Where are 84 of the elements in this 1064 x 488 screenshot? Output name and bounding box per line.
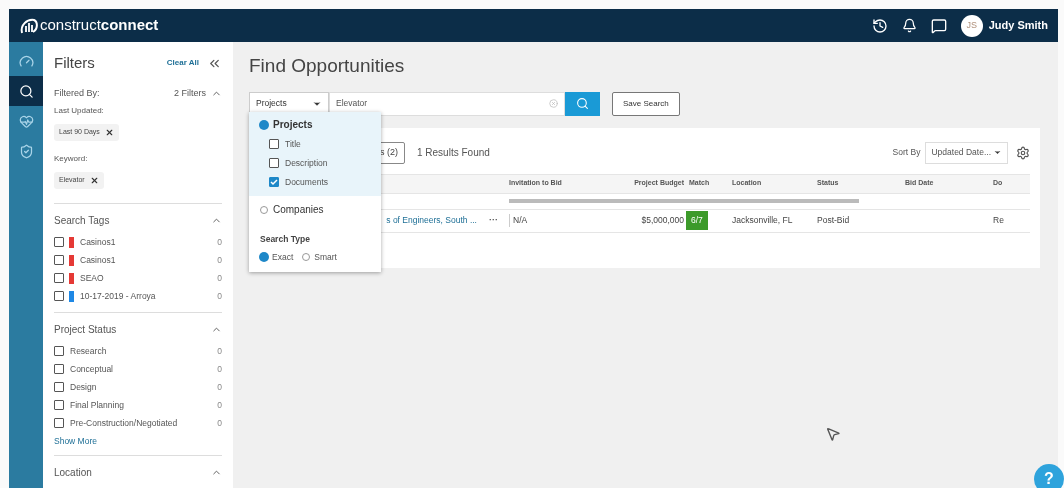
checkbox[interactable] — [54, 364, 64, 374]
check-icon — [270, 177, 278, 186]
show-more-link[interactable]: Show More — [54, 435, 222, 448]
search-icon — [576, 97, 589, 110]
checkbox[interactable] — [269, 139, 279, 150]
option-count: 0 — [217, 416, 222, 430]
radio-button[interactable] — [260, 253, 268, 262]
checkbox[interactable] — [54, 273, 64, 283]
logo-icon — [19, 16, 39, 35]
checkbox[interactable] — [54, 255, 64, 265]
checkbox[interactable] — [54, 400, 64, 410]
field-option[interactable]: Documents — [285, 175, 328, 189]
filter-option[interactable]: Casinos1 — [80, 235, 116, 249]
shield-icon — [18, 143, 34, 159]
filter-option[interactable]: SEAO — [80, 271, 104, 285]
table-cell: N/A — [509, 214, 619, 227]
option-count: 0 — [217, 235, 222, 249]
checkbox[interactable] — [269, 158, 279, 169]
filter-option[interactable]: Casinos1 — [80, 253, 116, 267]
table-cell-text: Re — [993, 214, 1005, 227]
history-icon[interactable] — [871, 17, 888, 34]
remove-icon[interactable] — [104, 127, 114, 137]
gauge-icon — [18, 53, 34, 69]
option-count: 0 — [217, 362, 222, 376]
option-count: 0 — [217, 380, 222, 394]
filter-option[interactable]: Design — [70, 380, 97, 394]
bell-icon[interactable] — [901, 18, 917, 33]
radio-button[interactable] — [260, 205, 268, 214]
checkbox[interactable] — [54, 346, 64, 356]
rail-button[interactable] — [9, 76, 43, 106]
checkbox[interactable] — [269, 176, 279, 187]
user-name[interactable]: Judy Smith — [988, 17, 1048, 34]
sort-label: Sort By — [892, 146, 921, 159]
section-title: Project Status — [54, 323, 117, 337]
radio-button[interactable] — [260, 120, 268, 129]
search-type-option[interactable]: Smart — [314, 251, 337, 264]
filters-title: Filters — [54, 53, 95, 73]
filtered-by-label: Filtered By: — [54, 86, 100, 100]
chat-icon[interactable] — [930, 17, 947, 34]
field-option[interactable]: Description — [285, 156, 328, 170]
option-count: 0 — [217, 289, 222, 303]
table-cell-text: Jacksonville, FL — [731, 214, 794, 227]
checkbox[interactable] — [54, 382, 64, 392]
more-button[interactable]: ··· — [489, 214, 498, 225]
table-cell-text: Post-Bid — [817, 214, 851, 227]
results-count: 1 Results Found — [417, 146, 490, 160]
remove-icon[interactable] — [89, 175, 99, 185]
search-type-option[interactable]: Exact — [272, 251, 294, 264]
filter-count: 2 Filters — [174, 86, 206, 100]
page-title: Find Opportunities — [249, 54, 406, 78]
checkbox[interactable] — [54, 291, 64, 301]
caret-icon — [993, 148, 1002, 157]
search-icon — [18, 83, 34, 99]
settings-icon[interactable] — [1016, 145, 1030, 160]
cursor-icon — [825, 426, 841, 442]
section-title: Search Tags — [54, 214, 110, 228]
scope-option[interactable]: Companies — [273, 202, 324, 218]
match-badge: 6/7 — [686, 211, 708, 230]
option-count: 0 — [217, 398, 222, 412]
search-field[interactable]: Elevator — [329, 91, 565, 116]
filter-option[interactable]: Research — [70, 344, 107, 358]
checkbox[interactable] — [54, 418, 64, 428]
filter-option[interactable]: 10-17-2019 - Arroya — [80, 289, 156, 303]
search-type-label: Search Type — [259, 233, 311, 246]
filter-option[interactable]: Conceptual — [70, 362, 113, 376]
filter-group-label: Keyword: — [54, 153, 89, 165]
filter-group-label: Last Updated: — [54, 105, 105, 117]
scope-option[interactable]: Projects — [273, 117, 313, 132]
option-count: 0 — [217, 253, 222, 267]
filter-option[interactable]: Pre-Construction/Negotiated — [70, 416, 178, 430]
radio-button[interactable] — [302, 253, 311, 262]
section-title: Location — [54, 465, 92, 480]
heart-icon — [18, 113, 34, 129]
checkbox[interactable] — [54, 237, 64, 247]
clear-all-link[interactable]: Clear All — [166, 57, 199, 70]
table-cell-text: $5,000,000 — [640, 214, 684, 227]
field-option[interactable]: Title — [285, 138, 301, 151]
save-search-button[interactable]: Save Search — [612, 91, 680, 116]
option-count: 0 — [217, 271, 222, 285]
logo-text: constructconnect — [40, 15, 159, 36]
option-count: 0 — [217, 344, 222, 358]
sort-dropdown[interactable]: Updated Date... — [925, 141, 1008, 164]
search-button[interactable] — [565, 91, 600, 116]
filter-option[interactable]: Final Planning — [70, 398, 124, 412]
